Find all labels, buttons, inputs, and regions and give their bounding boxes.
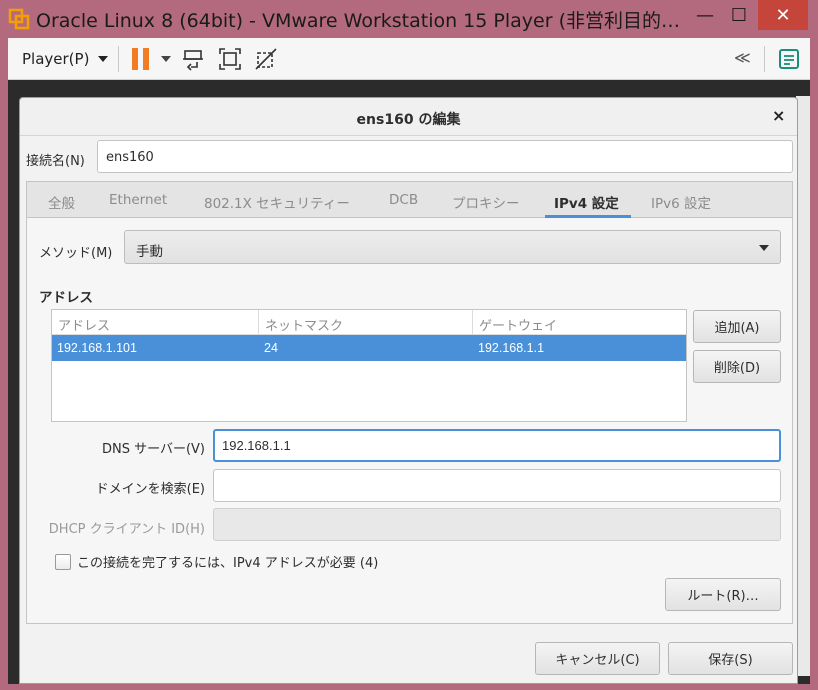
- chevron-down-icon[interactable]: [161, 56, 171, 62]
- column-netmask[interactable]: ネットマスク: [265, 315, 343, 334]
- tab-bar: 全般 Ethernet 802.1X セキュリティー DCB プロキシー IPv…: [27, 182, 792, 218]
- save-button[interactable]: 保存(S): [668, 642, 793, 675]
- window-title: Oracle Linux 8 (64bit) - VMware Workstat…: [36, 10, 680, 32]
- tab-8021x-security[interactable]: 802.1X セキュリティー: [204, 192, 350, 212]
- method-label: メソッド(M): [39, 246, 113, 261]
- column-separator: [258, 310, 259, 335]
- edit-connection-dialog: ens160 の編集 × 接続名(N) ens160 全般 Ethernet 8…: [19, 97, 798, 684]
- column-separator: [472, 310, 473, 335]
- guest-background-window: [796, 96, 810, 676]
- player-toolbar: Player(P) ≪: [8, 38, 810, 80]
- dns-servers-input[interactable]: 192.168.1.1: [213, 429, 781, 462]
- send-ctrl-alt-del-icon[interactable]: [182, 47, 206, 71]
- dialog-title: ens160 の編集: [356, 112, 461, 128]
- tab-ipv6-settings[interactable]: IPv6 設定: [651, 192, 711, 212]
- tab-ethernet[interactable]: Ethernet: [109, 192, 167, 208]
- toolbar-divider: [764, 46, 765, 72]
- tab-proxy[interactable]: プロキシー: [452, 192, 520, 212]
- tab-dcb[interactable]: DCB: [389, 192, 418, 208]
- dhcp-client-id-label: DHCP クライアント ID(H): [48, 522, 205, 537]
- unity-icon[interactable]: [254, 47, 278, 71]
- fullscreen-icon[interactable]: [218, 47, 242, 71]
- player-menu[interactable]: Player(P): [22, 50, 89, 68]
- require-ipv4-label[interactable]: この接続を完了するには、IPv4 アドレスが必要 (4): [77, 552, 378, 571]
- netmask-cell[interactable]: 24: [264, 341, 278, 355]
- method-value: 手動: [136, 244, 163, 260]
- search-domains-input[interactable]: [213, 469, 781, 502]
- cancel-button[interactable]: キャンセル(C): [535, 642, 660, 675]
- collapse-icon[interactable]: ≪: [734, 48, 751, 67]
- pause-icon[interactable]: [132, 48, 150, 70]
- window-titlebar: Oracle Linux 8 (64bit) - VMware Workstat…: [0, 0, 818, 38]
- address-table: アドレス ネットマスク ゲートウェイ 192.168.1.101 24 192.…: [51, 309, 687, 422]
- column-gateway[interactable]: ゲートウェイ: [479, 315, 557, 334]
- toolbar-divider: [118, 46, 119, 72]
- minimize-button[interactable]: —: [688, 0, 722, 30]
- active-tab-indicator: [545, 215, 631, 218]
- tab-general[interactable]: 全般: [48, 192, 75, 212]
- dns-servers-label: DNS サーバー(V): [101, 442, 205, 457]
- connection-name-label: 接続名(N): [26, 154, 85, 169]
- column-address[interactable]: アドレス: [58, 315, 110, 334]
- close-icon[interactable]: ×: [772, 106, 785, 125]
- notes-icon[interactable]: [778, 48, 800, 70]
- require-ipv4-checkbox[interactable]: [55, 553, 71, 570]
- search-domains-label: ドメインを検索(E): [95, 482, 205, 497]
- address-cell[interactable]: 192.168.1.101: [57, 341, 137, 355]
- connection-name-input[interactable]: ens160: [97, 140, 793, 173]
- table-row[interactable]: 192.168.1.101 24 192.168.1.1: [52, 335, 686, 361]
- dialog-header: ens160 の編集 ×: [20, 98, 797, 136]
- maximize-button[interactable]: ☐: [722, 0, 756, 30]
- settings-notebook: 全般 Ethernet 802.1X セキュリティー DCB プロキシー IPv…: [26, 181, 793, 624]
- require-ipv4-row[interactable]: この接続を完了するには、IPv4 アドレスが必要 (4): [55, 552, 378, 571]
- address-table-header: アドレス ネットマスク ゲートウェイ: [52, 310, 686, 335]
- tab-ipv4-settings[interactable]: IPv4 設定: [554, 192, 619, 212]
- address-heading: アドレス: [39, 290, 93, 306]
- close-window-button[interactable]: ✕: [758, 0, 808, 30]
- chevron-down-icon: [759, 245, 769, 251]
- gateway-cell[interactable]: 192.168.1.1: [478, 341, 544, 355]
- method-select[interactable]: 手動: [124, 230, 781, 264]
- routes-button[interactable]: ルート(R)…: [665, 578, 781, 611]
- dhcp-client-id-input: [213, 508, 781, 541]
- add-address-button[interactable]: 追加(A): [693, 310, 781, 343]
- chevron-down-icon[interactable]: [98, 56, 108, 62]
- vmware-app-icon: [8, 8, 30, 30]
- delete-address-button[interactable]: 削除(D): [693, 350, 781, 383]
